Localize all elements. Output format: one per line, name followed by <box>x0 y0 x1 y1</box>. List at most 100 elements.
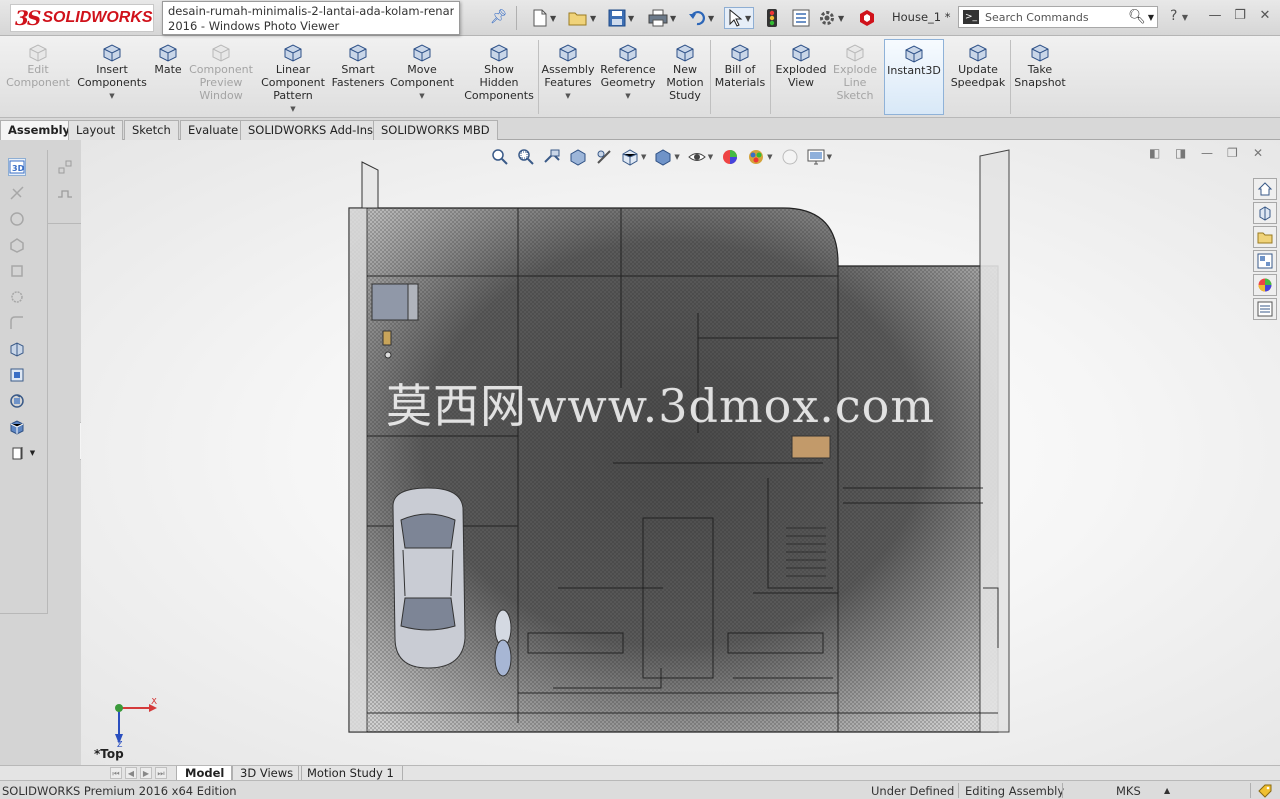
select-button[interactable]: ▼ <box>724 7 755 29</box>
section-view-icon[interactable] <box>8 340 26 358</box>
assembly-features-button[interactable]: Assembly Features ▼ <box>540 42 596 103</box>
show-hidden-components-label: Show Hidden Components <box>464 63 534 102</box>
solidworks-logo[interactable]: 3S SOLIDWORKS <box>10 4 154 32</box>
linear-component-pattern-button[interactable]: Linear Component Pattern ▼ <box>258 42 328 116</box>
next-tab-arrow-icon[interactable]: ▶ <box>140 767 152 779</box>
component-preview-window-icon <box>210 42 232 62</box>
move-component-button[interactable]: Move Component ▼ <box>388 42 456 103</box>
pin-icon[interactable]: 📌︎ <box>490 9 508 25</box>
design-library-icon[interactable] <box>1253 202 1277 224</box>
explode-line-sketch-button[interactable]: Explode Line Sketch <box>830 42 880 102</box>
chevron-down-icon[interactable]: ▼ <box>109 90 114 103</box>
cursor-arrow-icon <box>729 9 743 27</box>
display-style-icon[interactable] <box>8 418 26 436</box>
last-tab-arrow-icon[interactable]: ⏭ <box>155 767 167 779</box>
print-icon <box>648 9 668 27</box>
tab-sketch[interactable]: Sketch <box>124 120 179 140</box>
chevron-down-icon[interactable]: ▼ <box>419 90 424 103</box>
step-icon[interactable] <box>56 184 74 202</box>
viewport-restore-button[interactable]: ❐ <box>1227 146 1238 160</box>
tab-evaluate[interactable]: Evaluate <box>180 120 247 140</box>
help-icon[interactable]: ? ▼ <box>1170 8 1188 24</box>
reference-geometry-button[interactable]: Reference Geometry ▼ <box>598 42 658 103</box>
view-orientation-icon[interactable] <box>8 366 26 384</box>
instant3d-button[interactable]: Instant3D <box>884 39 944 115</box>
bill-of-materials-button[interactable]: Bill of Materials <box>712 42 768 89</box>
car-model <box>392 487 466 669</box>
extrude-icon[interactable] <box>8 236 26 254</box>
smart-fasteners-button[interactable]: Smart Fasteners <box>332 42 384 89</box>
separator <box>958 783 959 798</box>
options-button[interactable]: ▼ <box>818 7 844 29</box>
solidworks-resources-icon[interactable] <box>1253 178 1277 200</box>
graphics-area[interactable]: ▼ ▼ ▼ ▼ ▼ ◧ ◨ — ❐ ✕ 莫西网www.3dmox.com X Z… <box>81 140 1280 765</box>
search-icon[interactable]: 🔍︎ <box>1128 9 1146 25</box>
chevron-down-icon[interactable]: ▼ <box>290 103 295 116</box>
new-motion-study-button[interactable]: New Motion Study <box>662 42 708 102</box>
smart-dimension-icon[interactable] <box>8 210 26 228</box>
rotate-view-icon[interactable] <box>8 392 26 410</box>
take-snapshot-button[interactable]: Take Snapshot <box>1012 42 1068 89</box>
new-motion-study-label: New Motion Study <box>666 63 704 102</box>
exploded-view-button[interactable]: Exploded View <box>772 42 830 89</box>
cut-icon[interactable] <box>8 288 26 306</box>
first-tab-arrow-icon[interactable]: ⏮ <box>110 767 122 779</box>
tab-3d-views[interactable]: 3D Views <box>231 766 303 781</box>
chevron-down-icon[interactable]: ▼ <box>625 90 630 103</box>
print-button[interactable]: ▼ <box>648 7 676 29</box>
tile-right-icon[interactable]: ◨ <box>1175 146 1186 160</box>
hide-show-items-icon[interactable]: ▼ <box>8 444 38 462</box>
solidworks-window: 3S SOLIDWORKS desain-rumah-minimalis-2-l… <box>0 0 1280 799</box>
chevron-down-icon[interactable]: ▼ <box>1148 13 1154 22</box>
house-model-top-view[interactable] <box>343 148 1023 748</box>
viewport-close-button[interactable]: ✕ <box>1253 146 1263 160</box>
edit-component-button[interactable]: Edit Component <box>6 42 70 89</box>
tab-assembly[interactable]: Assembly <box>0 120 79 141</box>
unit-system[interactable]: MKS <box>1116 784 1141 798</box>
tab-layout[interactable]: Layout <box>68 120 124 140</box>
previous-tab-arrow-icon[interactable]: ◀ <box>125 767 137 779</box>
tab-solidworks-mbd[interactable]: SOLIDWORKS MBD <box>373 120 498 140</box>
show-hidden-components-button[interactable]: Show Hidden Components <box>462 42 536 102</box>
component-preview-window-button[interactable]: Component Preview Window <box>188 42 254 102</box>
save-button[interactable]: ▼ <box>608 7 634 29</box>
linear-component-pattern-label: Linear Component Pattern <box>261 63 325 102</box>
separator <box>516 6 517 30</box>
search-commands-field[interactable]: >_ Search Commands 🔍︎ ▼ <box>958 6 1158 28</box>
separator <box>770 40 771 114</box>
tab-model[interactable]: Model <box>176 766 234 781</box>
insert-components-button[interactable]: Insert Components ▼ <box>76 42 148 103</box>
viewport-minimize-button[interactable]: — <box>1201 146 1213 160</box>
update-speedpak-button[interactable]: Update Speedpak <box>948 42 1008 89</box>
mate-button[interactable]: Mate <box>150 42 186 76</box>
close-button[interactable]: ✕ <box>1254 6 1276 26</box>
appearances-icon[interactable] <box>1253 274 1277 296</box>
open-button[interactable]: ▼ <box>568 7 596 29</box>
sketch-tool-icon[interactable] <box>8 184 26 202</box>
3d-view-icon[interactable]: 3D <box>8 158 26 176</box>
update-speedpak-label: Update Speedpak <box>950 63 1006 89</box>
file-explorer-icon[interactable] <box>1253 226 1277 248</box>
restore-button[interactable]: ❐ <box>1229 6 1251 26</box>
assembly-features-label: Assembly Features <box>541 63 595 89</box>
tab-solidworks-add-ins[interactable]: SOLIDWORKS Add-Ins <box>240 120 382 140</box>
units-chevron-up-icon[interactable]: ▲ <box>1164 786 1170 795</box>
security-button[interactable] <box>858 7 876 29</box>
linear-pattern-icon[interactable] <box>56 158 74 176</box>
chevron-down-icon[interactable]: ▼ <box>565 90 570 103</box>
linear-component-pattern-icon <box>282 42 304 62</box>
file-properties-button[interactable] <box>792 7 810 29</box>
tag-icon[interactable] <box>1258 784 1272 799</box>
fillet-icon[interactable] <box>8 314 26 332</box>
rebuild-button[interactable] <box>766 7 778 29</box>
brand-name: SOLIDWORKS <box>42 9 153 26</box>
view-palette-icon[interactable] <box>1253 250 1277 272</box>
command-prompt-icon: >_ <box>963 10 979 24</box>
new-document-button[interactable]: ▼ <box>532 7 556 29</box>
tab-motion-study-1[interactable]: Motion Study 1 <box>298 766 403 781</box>
revolve-icon[interactable] <box>8 262 26 280</box>
tile-left-icon[interactable]: ◧ <box>1149 146 1160 160</box>
custom-properties-icon[interactable] <box>1253 298 1277 320</box>
undo-button[interactable]: ▼ <box>688 7 714 29</box>
minimize-button[interactable]: — <box>1204 6 1226 26</box>
